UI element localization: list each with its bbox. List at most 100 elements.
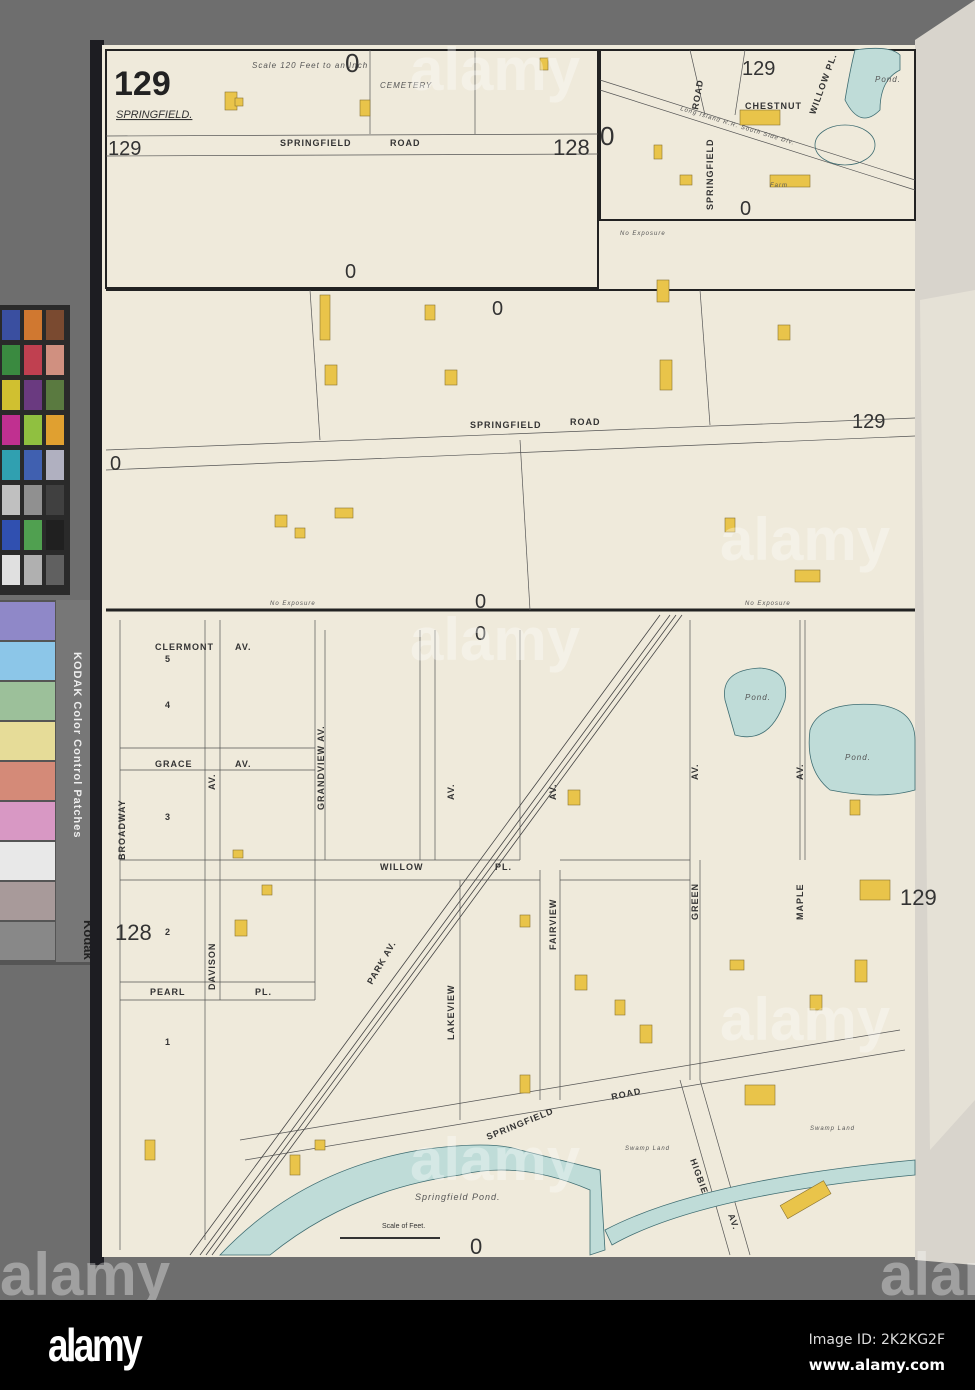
map-label: CLERMONT <box>155 642 214 652</box>
map-label: alamy <box>410 606 581 673</box>
map-label: 0 <box>600 121 614 151</box>
color-checker-patch <box>2 415 20 445</box>
color-patch <box>0 922 55 960</box>
map-label: AV. <box>795 763 805 780</box>
map-label: 1 <box>165 1037 171 1047</box>
color-checker-patch <box>46 310 64 340</box>
map-label: Swamp Land <box>625 1146 670 1152</box>
map-scan: BlueCyanGreenYellowRedMagentaWhite3/Colo… <box>0 0 975 1300</box>
color-patch <box>0 682 55 720</box>
place-name: SPRINGFIELD. <box>116 109 192 121</box>
map-label: 129 <box>742 58 775 80</box>
map-label: ROAD <box>570 417 601 427</box>
map-label: AV. <box>235 642 252 652</box>
color-checker-patch <box>24 485 42 515</box>
color-patch <box>0 882 55 920</box>
map-label: 4 <box>165 700 171 710</box>
map-label: alamy <box>720 506 891 573</box>
color-checker-patch <box>46 345 64 375</box>
map-label: No Exposure <box>745 601 791 607</box>
map-label: AV. <box>690 763 700 780</box>
color-checker-patch <box>46 555 64 585</box>
map-label: ROAD <box>390 138 421 148</box>
map-label: PEARL <box>150 987 186 997</box>
map-label: 2 <box>165 927 171 937</box>
map-label: PL. <box>255 987 272 997</box>
map-label: Springfield Pond. <box>415 1192 501 1202</box>
map-label: MAPLE <box>795 884 805 921</box>
color-checker-patch <box>46 380 64 410</box>
map-label: BROADWAY <box>117 799 127 860</box>
map-label: PL. <box>495 862 512 872</box>
color-patch <box>0 642 55 680</box>
color-patch <box>0 802 55 840</box>
map-label: SPRINGFIELD <box>280 138 352 148</box>
map-label: AV. <box>207 773 217 790</box>
stock-banner: alamy Image ID: 2K2KG2F www.alamy.com <box>0 1300 975 1390</box>
map-label: GRANDVIEW AV. <box>316 725 326 810</box>
site-url[interactable]: www.alamy.com <box>809 1356 945 1374</box>
color-checker-patch <box>46 450 64 480</box>
color-patch <box>0 762 55 800</box>
map-label: No Exposure <box>620 231 666 237</box>
map-label: Swamp Land <box>810 1126 855 1132</box>
map-label: 128 <box>553 135 590 160</box>
color-checker-patch <box>2 310 20 340</box>
color-patch <box>0 602 55 640</box>
map-label: LAKEVIEW <box>446 984 456 1040</box>
map-label: 5 <box>165 654 171 664</box>
map-label: alamy <box>720 986 891 1053</box>
map-label: WILLOW <box>380 862 424 872</box>
map-label: GREEN <box>690 883 700 920</box>
map-label: 128 <box>115 920 152 945</box>
map-label: 129 <box>852 411 885 433</box>
map-label: 0 <box>470 1234 482 1259</box>
color-checker-patch <box>2 380 20 410</box>
image-id: Image ID: 2K2KG2F <box>808 1332 945 1348</box>
map-label: 3 <box>165 812 171 822</box>
map-label: alamy <box>880 1241 975 1300</box>
map-label: AV. <box>235 759 252 769</box>
map-label: 129 <box>108 138 141 160</box>
color-patch <box>0 842 55 880</box>
map-label: No Exposure <box>270 601 316 607</box>
map-label: AV. <box>548 783 558 800</box>
map-label: GRACE <box>155 759 193 769</box>
map-label: alamy <box>410 36 581 103</box>
map-label: Farm <box>770 183 788 189</box>
sheet-number: 129 <box>114 65 171 103</box>
color-checker-patch <box>24 345 42 375</box>
color-checker-patch <box>24 555 42 585</box>
color-checker-patch <box>24 520 42 550</box>
color-checker-patch <box>24 380 42 410</box>
color-checker-patch <box>24 310 42 340</box>
color-checker-patch <box>2 520 20 550</box>
alamy-logo[interactable]: alamy <box>48 1318 143 1372</box>
map-label: Pond. <box>845 753 871 762</box>
map-label: 0 <box>740 198 751 220</box>
color-checker-patch <box>24 450 42 480</box>
map-label: alamy <box>410 1126 581 1193</box>
map-label: CHESTNUT <box>745 101 802 111</box>
map-label: FAIRVIEW <box>548 899 558 950</box>
map-label: 0 <box>492 298 503 320</box>
map-label: alamy <box>0 1241 171 1300</box>
color-checker-patch <box>46 415 64 445</box>
color-checker-patch <box>2 345 20 375</box>
color-checker-patch <box>46 520 64 550</box>
map-label: AV. <box>446 783 456 800</box>
color-checker-patch <box>2 485 20 515</box>
kodak-title: KODAK Color Control Patches <box>71 652 83 839</box>
map-label: Scale of Feet. <box>382 1223 425 1230</box>
color-checker-patch <box>46 485 64 515</box>
map-label: DAVISON <box>207 943 217 990</box>
map-label: 0 <box>345 261 356 283</box>
color-patch <box>0 722 55 760</box>
map-label: SPRINGFIELD <box>705 138 715 210</box>
map-label: SPRINGFIELD <box>470 420 542 430</box>
map-label: Pond. <box>745 693 771 702</box>
color-checker <box>0 305 70 595</box>
map-label: Pond. <box>875 75 901 84</box>
color-checker-patch <box>2 450 20 480</box>
kodak-color-strip: BlueCyanGreenYellowRedMagentaWhite3/Colo… <box>0 600 100 965</box>
